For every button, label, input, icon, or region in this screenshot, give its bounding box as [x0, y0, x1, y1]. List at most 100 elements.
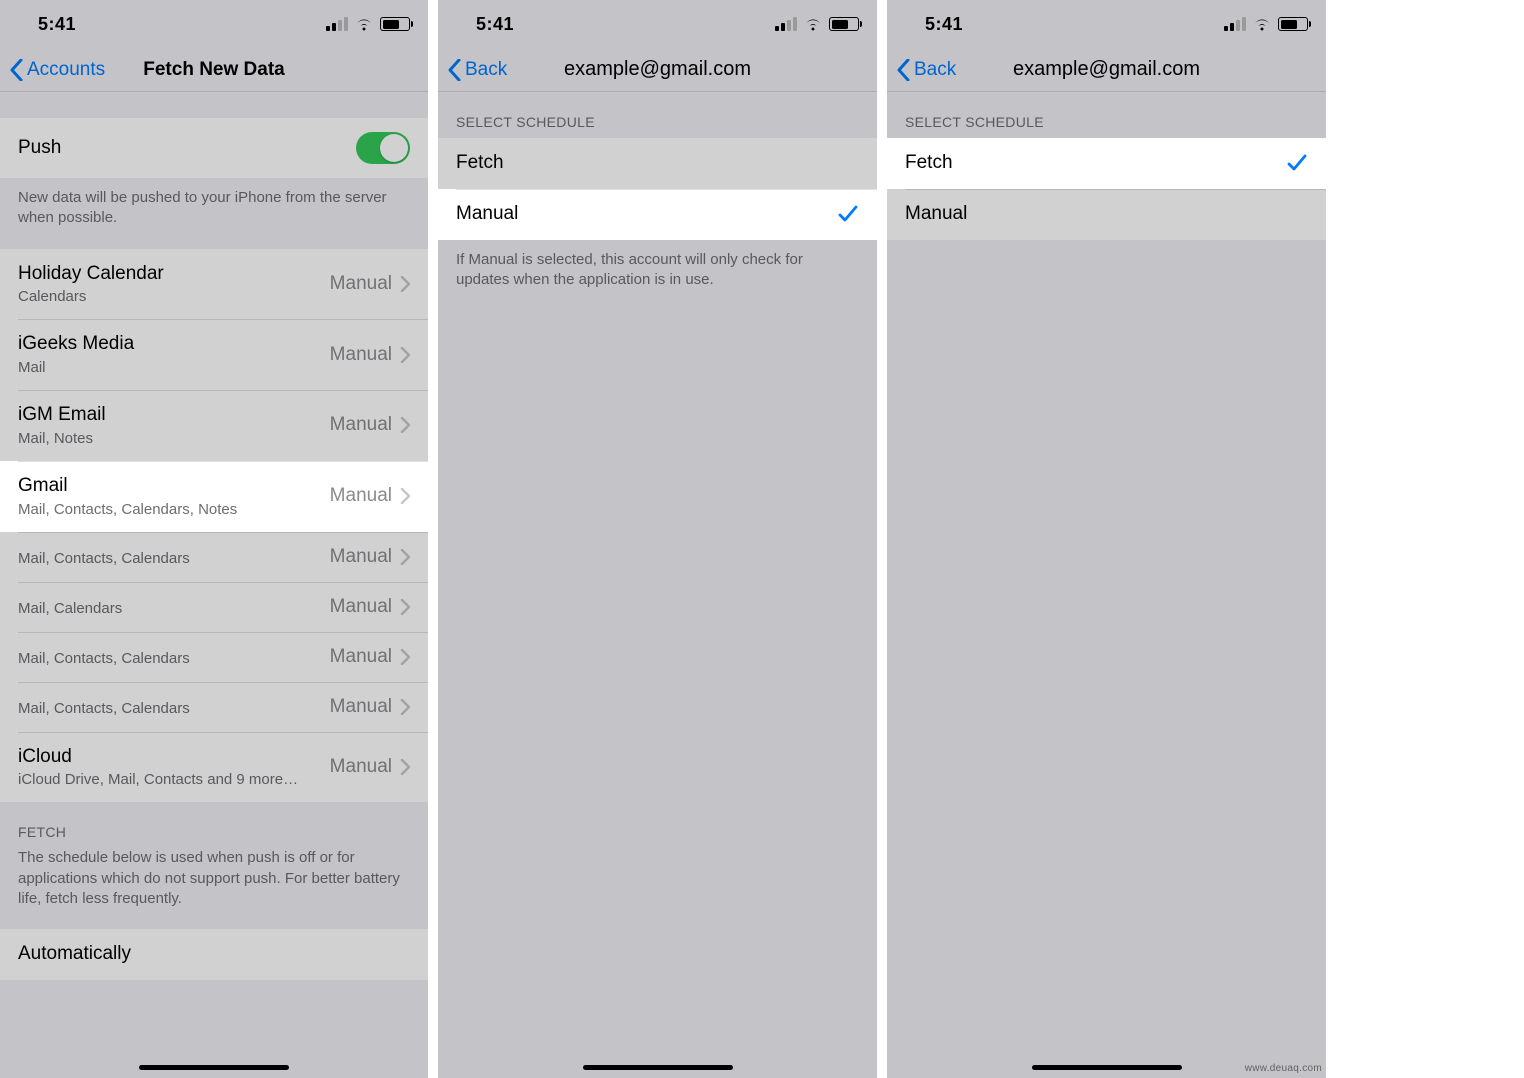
nav-bar: Back example@gmail.com: [438, 48, 877, 92]
nav-bar: Back example@gmail.com: [887, 48, 1326, 92]
page-title: example@gmail.com: [1013, 58, 1200, 81]
account-sub: iCloud Drive, Mail, Contacts and 9 more…: [18, 771, 298, 788]
option-label: Fetch: [905, 152, 953, 175]
back-label: Accounts: [27, 59, 105, 81]
chevron-right-icon: [400, 599, 410, 615]
account-name: Holiday Calendar: [18, 263, 164, 286]
schedule-footer: If Manual is selected, this account will…: [438, 240, 877, 311]
back-label: Back: [914, 59, 956, 81]
account-name: iGeeks Media: [18, 333, 134, 356]
push-row[interactable]: Push: [0, 118, 428, 178]
chevron-right-icon: [400, 417, 410, 433]
back-label: Back: [465, 59, 507, 81]
account-schedule: Manual: [330, 596, 392, 618]
chevron-left-icon: [448, 59, 461, 81]
screen-fetch-new-data: 5:41 Accounts Fetch New Data Push New da…: [0, 0, 428, 1078]
wifi-icon: [1252, 17, 1272, 31]
home-indicator: [1032, 1065, 1182, 1070]
schedule-option-manual[interactable]: Manual: [438, 189, 877, 240]
schedule-option-fetch[interactable]: Fetch: [887, 138, 1326, 189]
page-title: example@gmail.com: [564, 58, 751, 81]
screen-schedule-manual: 5:41 Back example@gmail.com SELECT SCHED…: [438, 0, 877, 1078]
option-label: Manual: [456, 203, 518, 226]
account-sub: Mail, Contacts, Calendars, Notes: [18, 501, 237, 518]
chevron-right-icon: [400, 276, 410, 292]
account-row[interactable]: iGM Email Mail, Notes Manual: [0, 390, 428, 461]
fetch-footer: The schedule below is used when push is …: [0, 848, 428, 929]
account-sub: Mail, Contacts, Calendars: [18, 650, 190, 667]
schedule-option-fetch[interactable]: Fetch: [438, 138, 877, 189]
account-sub: Mail: [18, 359, 134, 376]
back-button[interactable]: Accounts: [10, 59, 105, 81]
screen-schedule-fetch: 5:41 Back example@gmail.com SELECT SCHED…: [887, 0, 1326, 1078]
chevron-right-icon: [400, 649, 410, 665]
wifi-icon: [803, 17, 823, 31]
chevron-right-icon: [400, 488, 410, 504]
account-sub: Mail, Notes: [18, 430, 106, 447]
status-bar: 5:41: [438, 0, 877, 48]
checkmark-icon: [1286, 152, 1308, 174]
account-name: iCloud: [18, 746, 298, 769]
status-icons: [326, 17, 410, 31]
battery-icon: [1278, 17, 1308, 31]
fetch-option-label: Automatically: [18, 943, 131, 966]
option-label: Fetch: [456, 152, 504, 175]
account-sub: Mail, Contacts, Calendars: [18, 550, 190, 567]
chevron-right-icon: [400, 759, 410, 775]
account-row[interactable]: iCloud iCloud Drive, Mail, Contacts and 9…: [0, 732, 428, 803]
fetch-section-header: FETCH: [0, 802, 428, 848]
fetch-option-automatically[interactable]: Automatically: [0, 929, 428, 980]
account-name: Gmail: [18, 475, 237, 498]
account-row[interactable]: iGeeks Media Mail Manual: [0, 319, 428, 390]
checkmark-icon: [837, 203, 859, 225]
chevron-right-icon: [400, 347, 410, 363]
nav-bar: Accounts Fetch New Data: [0, 48, 428, 92]
chevron-left-icon: [897, 59, 910, 81]
account-schedule: Manual: [330, 344, 392, 366]
chevron-left-icon: [10, 59, 23, 81]
watermark: www.deuaq.com: [1245, 1063, 1322, 1074]
home-indicator: [139, 1065, 289, 1070]
status-icons: [775, 17, 859, 31]
account-schedule: Manual: [330, 646, 392, 668]
cellular-icon: [1224, 17, 1246, 31]
account-sub: Mail, Contacts, Calendars: [18, 700, 190, 717]
status-icons: [1224, 17, 1308, 31]
account-sub: Mail, Calendars: [18, 600, 122, 617]
status-bar: 5:41: [0, 0, 428, 48]
account-schedule: Manual: [330, 414, 392, 436]
account-schedule: Manual: [330, 546, 392, 568]
account-row[interactable]: Mail, Contacts, Calendars Manual: [0, 632, 428, 682]
page-title: Fetch New Data: [143, 59, 284, 81]
chevron-right-icon: [400, 549, 410, 565]
account-row[interactable]: Mail, Calendars Manual: [0, 582, 428, 632]
account-schedule: Manual: [330, 756, 392, 778]
status-time: 5:41: [476, 14, 514, 35]
account-row[interactable]: Gmail Mail, Contacts, Calendars, Notes Man…: [0, 461, 428, 532]
status-time: 5:41: [38, 14, 76, 35]
push-toggle[interactable]: [356, 132, 410, 164]
back-button[interactable]: Back: [897, 59, 956, 81]
status-bar: 5:41: [887, 0, 1326, 48]
account-sub: Calendars: [18, 288, 164, 305]
account-schedule: Manual: [330, 696, 392, 718]
schedule-option-manual[interactable]: Manual: [887, 189, 1326, 240]
battery-icon: [829, 17, 859, 31]
battery-icon: [380, 17, 410, 31]
account-row[interactable]: Mail, Contacts, Calendars Manual: [0, 682, 428, 732]
account-schedule: Manual: [330, 273, 392, 295]
account-name: iGM Email: [18, 404, 106, 427]
option-label: Manual: [905, 203, 967, 226]
home-indicator: [583, 1065, 733, 1070]
account-schedule: Manual: [330, 485, 392, 507]
account-row[interactable]: Mail, Contacts, Calendars Manual: [0, 532, 428, 582]
back-button[interactable]: Back: [448, 59, 507, 81]
cellular-icon: [775, 17, 797, 31]
account-row[interactable]: Holiday Calendar Calendars Manual: [0, 249, 428, 320]
cellular-icon: [326, 17, 348, 31]
status-time: 5:41: [925, 14, 963, 35]
schedule-section-header: SELECT SCHEDULE: [438, 92, 877, 138]
wifi-icon: [354, 17, 374, 31]
push-footer: New data will be pushed to your iPhone f…: [0, 178, 428, 249]
push-label: Push: [18, 137, 61, 160]
